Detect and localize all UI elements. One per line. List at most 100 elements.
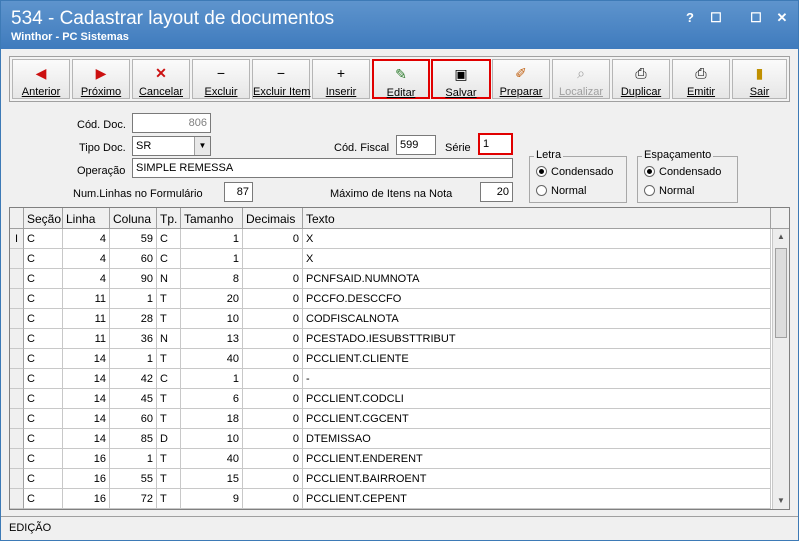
grid-header-texto[interactable]: Texto (303, 208, 771, 229)
cell-coluna[interactable]: 1 (110, 349, 157, 369)
cell-tamanho[interactable]: 18 (181, 409, 243, 429)
cell-coluna[interactable]: 1 (110, 289, 157, 309)
cell-tp[interactable]: N (157, 269, 181, 289)
grid-header-tamanho[interactable]: Tamanho (181, 208, 243, 229)
row-indicator[interactable] (10, 469, 24, 489)
cell-texto[interactable]: PCESTADO.IESUBSTTRIBUT (303, 329, 771, 349)
cell-tamanho[interactable]: 1 (181, 369, 243, 389)
cell-tp[interactable]: N (157, 329, 181, 349)
cell-coluna[interactable]: 55 (110, 469, 157, 489)
salvar-button[interactable]: ▣ Salvar (431, 59, 491, 99)
cell-linha[interactable]: 14 (63, 389, 110, 409)
letra-normal-radio[interactable]: Normal (536, 185, 586, 197)
cell-secao[interactable]: C (24, 309, 63, 329)
table-row[interactable]: C 14 42 C 1 0- (10, 369, 771, 389)
cell-secao[interactable]: C (24, 469, 63, 489)
cell-linha[interactable]: 11 (63, 289, 110, 309)
help-button[interactable]: ? (679, 9, 701, 27)
cell-tamanho[interactable]: 9 (181, 489, 243, 509)
cell-linha[interactable]: 4 (63, 249, 110, 269)
layout-grid[interactable]: Seção Linha Coluna Tp. Tamanho Decimais … (9, 207, 790, 510)
cell-secao[interactable]: C (24, 229, 63, 249)
scroll-thumb[interactable] (775, 248, 787, 338)
table-row[interactable]: C 14 60 T 18 0 PCCLIENT.CGCENT (10, 409, 771, 429)
cell-decimais[interactable]: 0 (243, 409, 303, 429)
cell-tamanho[interactable]: 6 (181, 389, 243, 409)
sair-button[interactable]: ▮ Sair (732, 59, 787, 99)
cell-decimais[interactable]: 0 (243, 329, 303, 349)
cell-texto[interactable]: DTEMISSAO (303, 429, 771, 449)
cell-tamanho[interactable]: 8 (181, 269, 243, 289)
cell-texto[interactable]: PCCLIENT.CODCLI (303, 389, 771, 409)
cell-decimais[interactable]: 0 (243, 469, 303, 489)
cell-tamanho[interactable]: 10 (181, 309, 243, 329)
cell-linha[interactable]: 4 (63, 229, 110, 249)
cod-doc-field[interactable]: 806 (132, 113, 211, 133)
cell-tamanho[interactable]: 40 (181, 349, 243, 369)
cell-coluna[interactable]: 72 (110, 489, 157, 509)
cell-tamanho[interactable]: 1 (181, 229, 243, 249)
row-indicator[interactable] (10, 389, 24, 409)
table-row[interactable]: C 14 45 T 6 0 PCCLIENT.CODCLI (10, 389, 771, 409)
row-indicator[interactable] (10, 449, 24, 469)
cell-texto[interactable]: CODFISCALNOTA (303, 309, 771, 329)
cell-secao[interactable]: C (24, 269, 63, 289)
grid-header-tp[interactable]: Tp. (157, 208, 181, 229)
cell-tamanho[interactable]: 10 (181, 429, 243, 449)
cell-texto[interactable]: PCCLIENT.ENDERENT (303, 449, 771, 469)
cell-linha[interactable]: 14 (63, 349, 110, 369)
cell-decimais[interactable]: 0 (243, 269, 303, 289)
table-row[interactable]: C 16 72 T 9 0 PCCLIENT.CEPENT (10, 489, 771, 509)
row-indicator[interactable] (10, 349, 24, 369)
cell-linha[interactable]: 4 (63, 269, 110, 289)
cell-coluna[interactable]: 59 (110, 229, 157, 249)
cell-tp[interactable]: T (157, 449, 181, 469)
minimize-button[interactable]: ☐ (705, 9, 727, 27)
row-indicator[interactable] (10, 249, 24, 269)
table-row[interactable]: C 14 85 D 10 0 DTEMISSAO (10, 429, 771, 449)
cell-coluna[interactable]: 60 (110, 409, 157, 429)
cell-secao[interactable]: C (24, 429, 63, 449)
cell-decimais[interactable] (243, 249, 303, 269)
cancelar-button[interactable]: ✕ Cancelar (132, 59, 190, 99)
localizar-button[interactable]: ⌕ Localizar (552, 59, 610, 99)
cell-tp[interactable]: T (157, 309, 181, 329)
cell-texto[interactable]: PCCLIENT.CGCENT (303, 409, 771, 429)
operacao-field[interactable]: SIMPLE REMESSA (132, 158, 513, 178)
grid-header-secao[interactable]: Seção (24, 208, 63, 229)
cell-tamanho[interactable]: 20 (181, 289, 243, 309)
cell-secao[interactable]: C (24, 329, 63, 349)
num-linhas-field[interactable]: 87 (224, 182, 253, 202)
cell-tp[interactable]: T (157, 289, 181, 309)
cell-decimais[interactable]: 0 (243, 489, 303, 509)
cell-decimais[interactable]: 0 (243, 449, 303, 469)
cell-tp[interactable]: T (157, 489, 181, 509)
cell-coluna[interactable]: 45 (110, 389, 157, 409)
cell-texto[interactable]: PCCLIENT.CLIENTE (303, 349, 771, 369)
cell-tp[interactable]: C (157, 369, 181, 389)
editar-button[interactable]: ✎ Editar (372, 59, 430, 99)
cell-secao[interactable]: C (24, 249, 63, 269)
emitir-button[interactable]: ⎙ Emitir (672, 59, 730, 99)
cell-decimais[interactable]: 0 (243, 389, 303, 409)
cell-coluna[interactable]: 60 (110, 249, 157, 269)
cell-tp[interactable]: T (157, 389, 181, 409)
row-indicator[interactable] (10, 489, 24, 509)
table-row[interactable]: C 11 1 T 20 0 PCCFO.DESCCFO (10, 289, 771, 309)
cell-secao[interactable]: C (24, 409, 63, 429)
inserir-button[interactable]: + Inserir (312, 59, 370, 99)
cell-linha[interactable]: 14 (63, 429, 110, 449)
cell-decimais[interactable]: 0 (243, 349, 303, 369)
chevron-down-icon[interactable]: ▼ (194, 137, 210, 155)
cell-tp[interactable]: T (157, 349, 181, 369)
cell-texto[interactable]: PCCFO.DESCCFO (303, 289, 771, 309)
cell-linha[interactable]: 11 (63, 309, 110, 329)
scroll-up-icon[interactable]: ▲ (773, 229, 789, 245)
cell-linha[interactable]: 11 (63, 329, 110, 349)
row-indicator[interactable] (10, 429, 24, 449)
cell-coluna[interactable]: 90 (110, 269, 157, 289)
espacamento-condensado-radio[interactable]: Condensado (644, 166, 721, 178)
cell-texto[interactable]: X (303, 229, 771, 249)
espacamento-normal-radio[interactable]: Normal (644, 185, 694, 197)
grid-scrollbar[interactable]: ▲ ▼ (772, 229, 789, 509)
